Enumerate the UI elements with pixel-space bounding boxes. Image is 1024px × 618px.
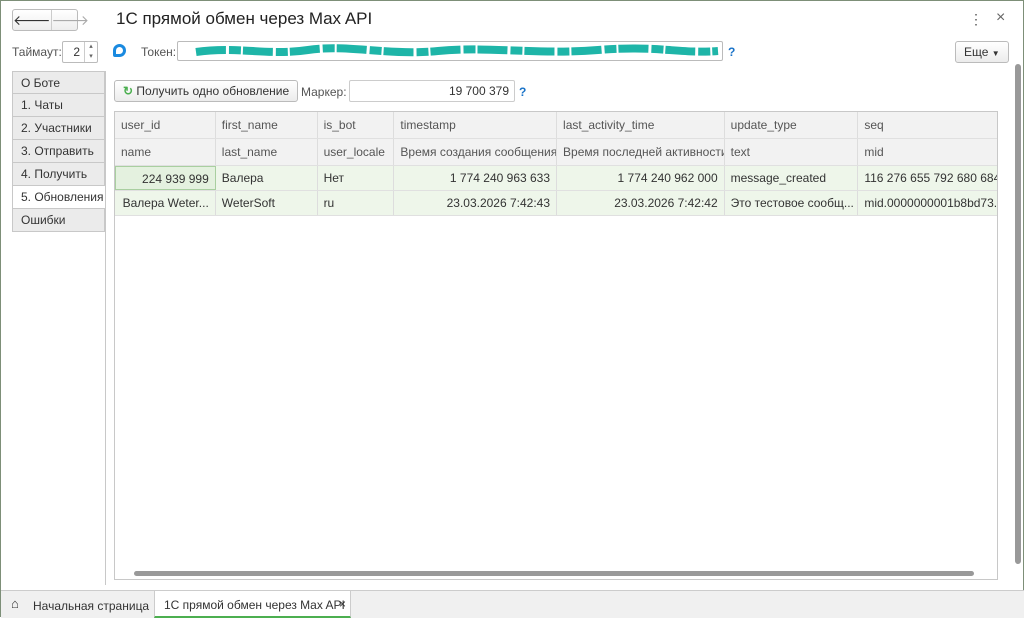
- close-tab-icon[interactable]: ×: [339, 597, 346, 611]
- tab-send[interactable]: 3. Отправить: [12, 140, 105, 163]
- tab-errors[interactable]: Ошибки: [12, 209, 105, 232]
- more-button[interactable]: Еще ▼: [955, 41, 1009, 63]
- table-row[interactable]: Валера Weter... WeterSoft ru 23.03.2026 …: [115, 191, 997, 216]
- window-title: 1С прямой обмен через Max API: [116, 9, 373, 28]
- table-cell[interactable]: Это тестовое сообщ...: [725, 191, 859, 215]
- column-header[interactable]: first_name: [216, 112, 318, 138]
- table-cell[interactable]: WeterSoft: [216, 191, 318, 215]
- table-cell[interactable]: 116 276 655 792 680 684: [858, 166, 997, 190]
- column-header[interactable]: last_name: [216, 139, 318, 165]
- column-header[interactable]: name: [115, 139, 216, 165]
- table-cell[interactable]: mid.0000000001b8bd73...: [858, 191, 997, 215]
- table-cell[interactable]: Валера: [216, 166, 318, 190]
- table-cell[interactable]: 1 774 240 962 000: [557, 166, 725, 190]
- header-row-1: user_id first_name is_bot timestamp last…: [115, 112, 997, 139]
- column-header[interactable]: mid: [858, 139, 997, 165]
- timeout-label: Таймаут:: [12, 45, 62, 59]
- tab-updates[interactable]: 5. Обновления: [12, 186, 106, 209]
- home-tab[interactable]: Начальная страница: [33, 599, 149, 613]
- table-cell[interactable]: message_created: [725, 166, 859, 190]
- tab-receive[interactable]: 4. Получить: [12, 163, 105, 186]
- table-cell[interactable]: 1 774 240 963 633: [394, 166, 558, 190]
- open-tab[interactable]: 1С прямой обмен через Max API ×: [154, 591, 351, 618]
- nav-buttons: 🡐 🡒: [12, 9, 89, 31]
- column-header[interactable]: is_bot: [318, 112, 395, 138]
- table-row[interactable]: 224 939 999 Валера Нет 1 774 240 963 633…: [115, 166, 997, 191]
- column-header[interactable]: last_activity_time: [557, 112, 725, 138]
- chevron-down-icon: ▼: [991, 49, 1000, 58]
- table-cell[interactable]: 224 939 999: [115, 166, 216, 190]
- column-header[interactable]: timestamp: [394, 112, 558, 138]
- close-icon[interactable]: ×: [996, 9, 1005, 27]
- column-header[interactable]: user_locale: [318, 139, 395, 165]
- column-header[interactable]: user_id: [115, 112, 216, 138]
- scrollbar-thumb[interactable]: [1015, 64, 1021, 564]
- forward-arrow-icon[interactable]: 🡒: [50, 10, 89, 30]
- updates-table: user_id first_name is_bot timestamp last…: [114, 111, 998, 580]
- column-header[interactable]: Время последней активности: [557, 139, 725, 165]
- column-header[interactable]: update_type: [725, 112, 859, 138]
- get-update-label: Получить одно обновление: [136, 84, 290, 98]
- tab-members[interactable]: 2. Участники: [12, 117, 105, 140]
- horizontal-scrollbar[interactable]: [114, 568, 998, 579]
- tab-about-bot[interactable]: О Боте: [12, 71, 105, 94]
- timeout-value[interactable]: 2: [63, 42, 84, 62]
- table-cell[interactable]: 23.03.2026 7:42:43: [394, 191, 558, 215]
- token-input[interactable]: [177, 41, 723, 61]
- sidebar-tabs: О Боте 1. Чаты 2. Участники 3. Отправить…: [12, 71, 106, 232]
- refresh-icon: ↻: [123, 84, 134, 98]
- more-icon[interactable]: ⋮: [969, 11, 983, 28]
- token-help-link[interactable]: ?: [728, 45, 735, 59]
- table-cell[interactable]: Валера Weter...: [115, 191, 216, 215]
- max-logo-icon: [113, 44, 126, 57]
- token-mask-icon: [195, 44, 719, 57]
- marker-help-link[interactable]: ?: [519, 85, 526, 99]
- token-label: Токен:: [141, 45, 177, 59]
- header-row-2: name last_name user_locale Время создани…: [115, 139, 997, 166]
- more-label: Еще: [964, 45, 989, 59]
- column-header[interactable]: text: [725, 139, 859, 165]
- tab-chats[interactable]: 1. Чаты: [12, 94, 105, 117]
- open-tab-label: 1С прямой обмен через Max API: [164, 598, 345, 612]
- taskbar: ⌂ Начальная страница 1С прямой обмен чер…: [1, 590, 1024, 618]
- marker-input[interactable]: 19 700 379: [349, 80, 515, 102]
- stepper-arrows-icon[interactable]: ▴ ▾: [84, 42, 97, 62]
- marker-label: Маркер:: [301, 85, 347, 99]
- column-header[interactable]: seq: [858, 112, 997, 138]
- back-arrow-icon[interactable]: 🡐: [13, 10, 51, 30]
- get-update-button[interactable]: ↻ Получить одно обновление: [114, 80, 299, 102]
- table-cell[interactable]: Нет: [318, 166, 395, 190]
- vertical-scrollbar[interactable]: [1013, 58, 1023, 580]
- column-header[interactable]: Время создания сообщения: [394, 139, 558, 165]
- table-cell[interactable]: ru: [318, 191, 395, 215]
- timeout-stepper[interactable]: 2 ▴ ▾: [62, 41, 98, 63]
- home-icon[interactable]: ⌂: [11, 596, 19, 611]
- scrollbar-thumb[interactable]: [134, 571, 974, 576]
- table-cell[interactable]: 23.03.2026 7:42:42: [557, 191, 725, 215]
